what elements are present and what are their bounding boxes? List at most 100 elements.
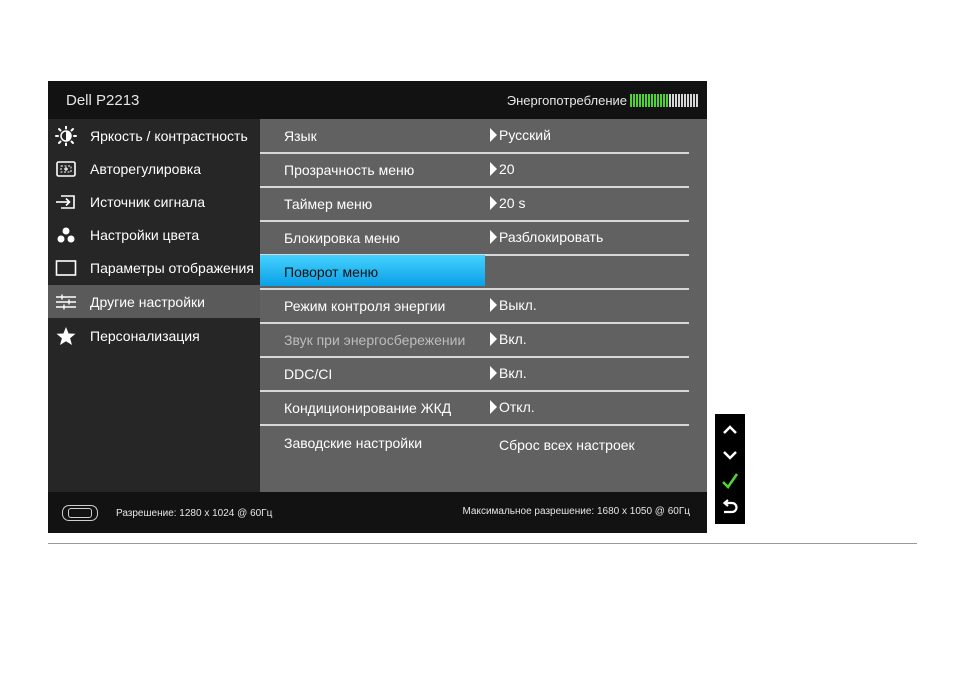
sidebar-item-other-settings[interactable]: Другие настройки	[48, 285, 260, 318]
energy-tick	[660, 94, 662, 107]
setting-value: Откл.	[490, 399, 535, 415]
setting-value-text: 20 s	[499, 195, 526, 211]
checkmark-icon[interactable]	[718, 469, 742, 493]
setting-value-text: Откл.	[499, 399, 535, 415]
sidebar-item-personalize[interactable]: Персонализация	[48, 319, 260, 352]
setting-value: Разблокировать	[490, 229, 603, 245]
sidebar-item-label: Яркость / контрастность	[90, 127, 248, 144]
color-settings-icon	[54, 225, 78, 245]
setting-label: Таймер меню	[284, 196, 373, 212]
setting-row-power-save-audio[interactable]: Звук при энергосбережении Вкл.	[260, 323, 689, 358]
sidebar-item-label: Настройки цвета	[90, 226, 200, 243]
sidebar-item-label: Другие настройки	[90, 293, 205, 310]
star-icon	[54, 326, 78, 346]
energy-tick	[663, 94, 665, 107]
setting-label: Поворот меню	[284, 264, 379, 280]
osd-nav-buttons	[715, 414, 745, 524]
energy-tick	[651, 94, 653, 107]
caret-right-icon	[490, 366, 497, 380]
setting-value-text: Разблокировать	[499, 229, 604, 245]
energy-tick	[636, 94, 638, 107]
caret-right-icon	[490, 400, 497, 414]
auto-adjust-icon	[54, 159, 78, 179]
energy-tick	[633, 94, 635, 107]
sidebar-item-brightness[interactable]: Яркость / контрастность	[48, 119, 260, 152]
energy-tick	[642, 94, 644, 107]
display-settings-icon	[54, 258, 78, 278]
setting-label: Прозрачность меню	[284, 162, 415, 178]
setting-row-ddc-ci[interactable]: DDC/CI Вкл.	[260, 357, 689, 392]
caret-right-icon	[490, 230, 497, 244]
setting-label: DDC/CI	[284, 366, 333, 382]
setting-label: Режим контроля энергии	[284, 298, 446, 314]
input-source-icon	[54, 192, 78, 212]
caret-right-icon	[490, 332, 497, 346]
energy-tick	[657, 94, 659, 107]
setting-value: Русский	[490, 127, 551, 143]
setting-row-menu-lock[interactable]: Блокировка меню Разблокировать	[260, 221, 689, 256]
setting-label: Блокировка меню	[284, 230, 400, 246]
setting-label: Звук при энергосбережении	[284, 332, 466, 348]
setting-label: Кондиционирование ЖКД	[284, 400, 452, 416]
max-resolution-text: Максимальное разрешение: 1680 x 1050 @ 6…	[462, 506, 690, 517]
other-settings-icon	[54, 292, 78, 312]
sidebar-item-auto-adjust[interactable]: Авторегулировка	[48, 152, 260, 185]
setting-value: Вкл.	[490, 365, 527, 381]
energy-tick	[687, 94, 689, 107]
setting-value: 20	[490, 161, 515, 177]
setting-value-text: Русский	[499, 127, 551, 143]
energy-tick	[666, 94, 668, 107]
sidebar-item-input-source[interactable]: Источник сигнала	[48, 185, 260, 218]
back-icon[interactable]	[718, 495, 742, 519]
osd-status-bar: Разрешение: 1280 x 1024 @ 60Гц Максималь…	[48, 492, 707, 533]
energy-tick	[684, 94, 686, 107]
settings-panel: Язык Русский Прозрачность меню 20 Таймер…	[260, 119, 707, 492]
osd-menu: Dell P2213 Энергопотребление Яркость / к…	[48, 81, 707, 533]
setting-value: 20 s	[490, 195, 525, 211]
setting-row-menu-rotation[interactable]: Поворот меню	[260, 255, 689, 290]
setting-row-factory-reset[interactable]: Заводские настройки Сброс всех настроек	[260, 425, 689, 458]
monitor-model: Dell P2213	[66, 92, 140, 109]
chevron-down-icon[interactable]	[718, 443, 742, 467]
energy-tick	[645, 94, 647, 107]
energy-tick	[648, 94, 650, 107]
resolution-text: Разрешение: 1280 x 1024 @ 60Гц	[116, 507, 273, 519]
osd-title-bar: Dell P2213 Энергопотребление	[48, 81, 707, 119]
energy-tick	[681, 94, 683, 107]
page-divider	[48, 543, 917, 544]
setting-row-menu-timer[interactable]: Таймер меню 20 s	[260, 187, 689, 222]
osd-sidebar: Яркость / контрастность Авторегулировка	[48, 119, 260, 492]
setting-value-text: Вкл.	[499, 365, 527, 381]
vga-connector-icon	[62, 505, 98, 521]
energy-meter: Энергопотребление	[507, 93, 699, 108]
energy-tick	[630, 94, 632, 107]
brightness-icon	[54, 125, 78, 146]
setting-row-lcd-conditioning[interactable]: Кондиционирование ЖКД Откл.	[260, 391, 689, 426]
setting-value: Вкл.	[490, 331, 527, 347]
energy-tick	[669, 94, 671, 107]
energy-tick	[696, 94, 698, 107]
setting-label: Заводские настройки	[284, 435, 423, 451]
energy-tick	[639, 94, 641, 107]
caret-right-icon	[490, 196, 497, 210]
selection-highlight: Поворот меню	[260, 255, 485, 286]
caret-right-icon	[490, 128, 497, 142]
setting-row-language[interactable]: Язык Русский	[260, 119, 689, 154]
chevron-up-icon[interactable]	[718, 418, 742, 442]
energy-label: Энергопотребление	[506, 93, 627, 108]
energy-tick	[693, 94, 695, 107]
setting-value-text: Выкл.	[499, 297, 537, 313]
sidebar-item-label: Источник сигнала	[90, 193, 206, 210]
setting-row-power-mode[interactable]: Режим контроля энергии Выкл.	[260, 289, 689, 324]
energy-tick	[672, 94, 674, 107]
caret-right-icon	[490, 162, 497, 176]
sidebar-item-display-settings[interactable]: Параметры отображения	[48, 251, 260, 284]
setting-value: Выкл.	[490, 297, 537, 313]
sidebar-item-label: Авторегулировка	[90, 160, 202, 177]
current-resolution: Разрешение: 1280 x 1024 @ 60Гц	[62, 505, 272, 521]
energy-tick	[690, 94, 692, 107]
setting-row-menu-transparency[interactable]: Прозрачность меню 20	[260, 153, 689, 188]
setting-label: Язык	[284, 128, 317, 144]
setting-value-text: 20	[499, 161, 515, 177]
sidebar-item-color-settings[interactable]: Настройки цвета	[48, 218, 260, 251]
